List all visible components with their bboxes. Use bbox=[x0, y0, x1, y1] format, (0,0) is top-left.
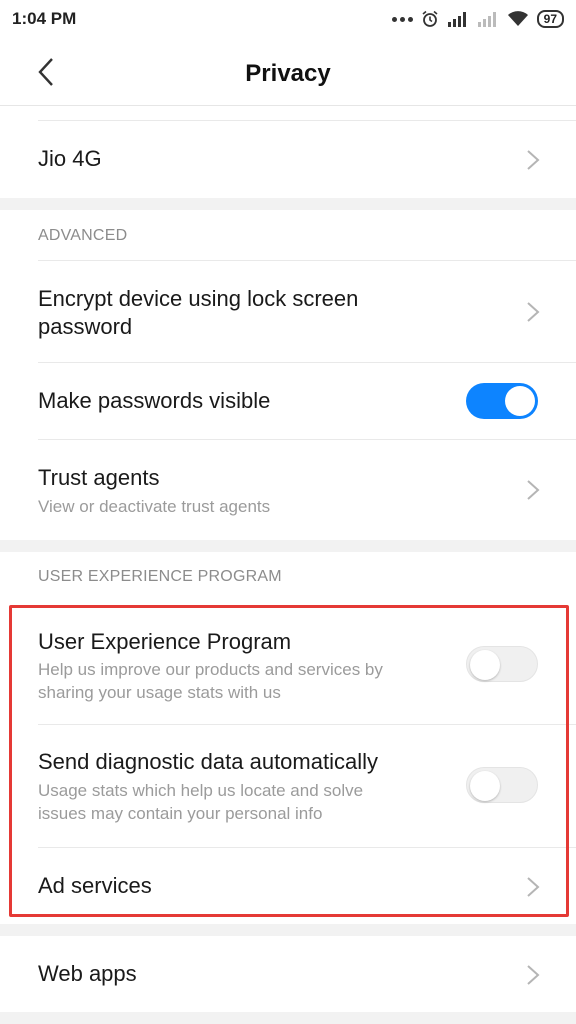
chevron-right-icon bbox=[527, 480, 540, 500]
section-label-advanced: ADVANCED bbox=[38, 227, 128, 244]
jio-4g-label: Jio 4G bbox=[38, 146, 102, 171]
signal-weak-icon bbox=[477, 12, 496, 27]
make-passwords-visible-toggle[interactable] bbox=[466, 383, 538, 419]
trust-agents-item[interactable]: Trust agents View or deactivate trust ag… bbox=[0, 440, 576, 540]
status-icons: 97 bbox=[391, 10, 564, 28]
status-bar: 1:04 PM 97 bbox=[0, 0, 576, 38]
web-apps-label: Web apps bbox=[38, 961, 137, 986]
jio-4g-item[interactable]: Jio 4G bbox=[0, 121, 576, 198]
web-apps-item[interactable]: Web apps bbox=[0, 936, 576, 1012]
trust-agents-label: Trust agents bbox=[38, 465, 160, 490]
page-title: Privacy bbox=[245, 60, 331, 87]
title-bar: Privacy bbox=[0, 38, 576, 106]
encrypt-device-label-line1: Encrypt device using lock screen bbox=[38, 286, 359, 311]
alarm-icon bbox=[422, 10, 438, 27]
chevron-right-icon bbox=[527, 965, 540, 985]
web-apps-card: Web apps bbox=[0, 936, 576, 1012]
encrypt-device-item[interactable]: Encrypt device using lock screen passwor… bbox=[0, 261, 576, 362]
more-notifications-icon bbox=[391, 16, 413, 22]
encrypt-device-label-line2: password bbox=[38, 314, 133, 339]
section-label-user-experience: USER EXPERIENCE PROGRAM bbox=[38, 568, 282, 585]
trust-agents-subtitle: View or deactivate trust agents bbox=[38, 497, 271, 516]
battery-indicator: 97 bbox=[536, 10, 564, 28]
chevron-right-icon bbox=[527, 302, 540, 322]
status-time: 1:04 PM bbox=[12, 9, 77, 28]
signal-icon bbox=[447, 12, 466, 27]
toggle-knob bbox=[505, 386, 535, 416]
wifi-icon bbox=[507, 11, 528, 26]
make-passwords-visible-item[interactable]: Make passwords visible bbox=[0, 363, 576, 439]
advanced-card: ADVANCED Encrypt device using lock scree… bbox=[0, 210, 576, 540]
make-passwords-visible-label: Make passwords visible bbox=[38, 388, 271, 413]
chevron-right-icon bbox=[527, 150, 540, 170]
top-card: Jio 4G bbox=[0, 106, 576, 198]
highlight-box bbox=[9, 605, 569, 917]
